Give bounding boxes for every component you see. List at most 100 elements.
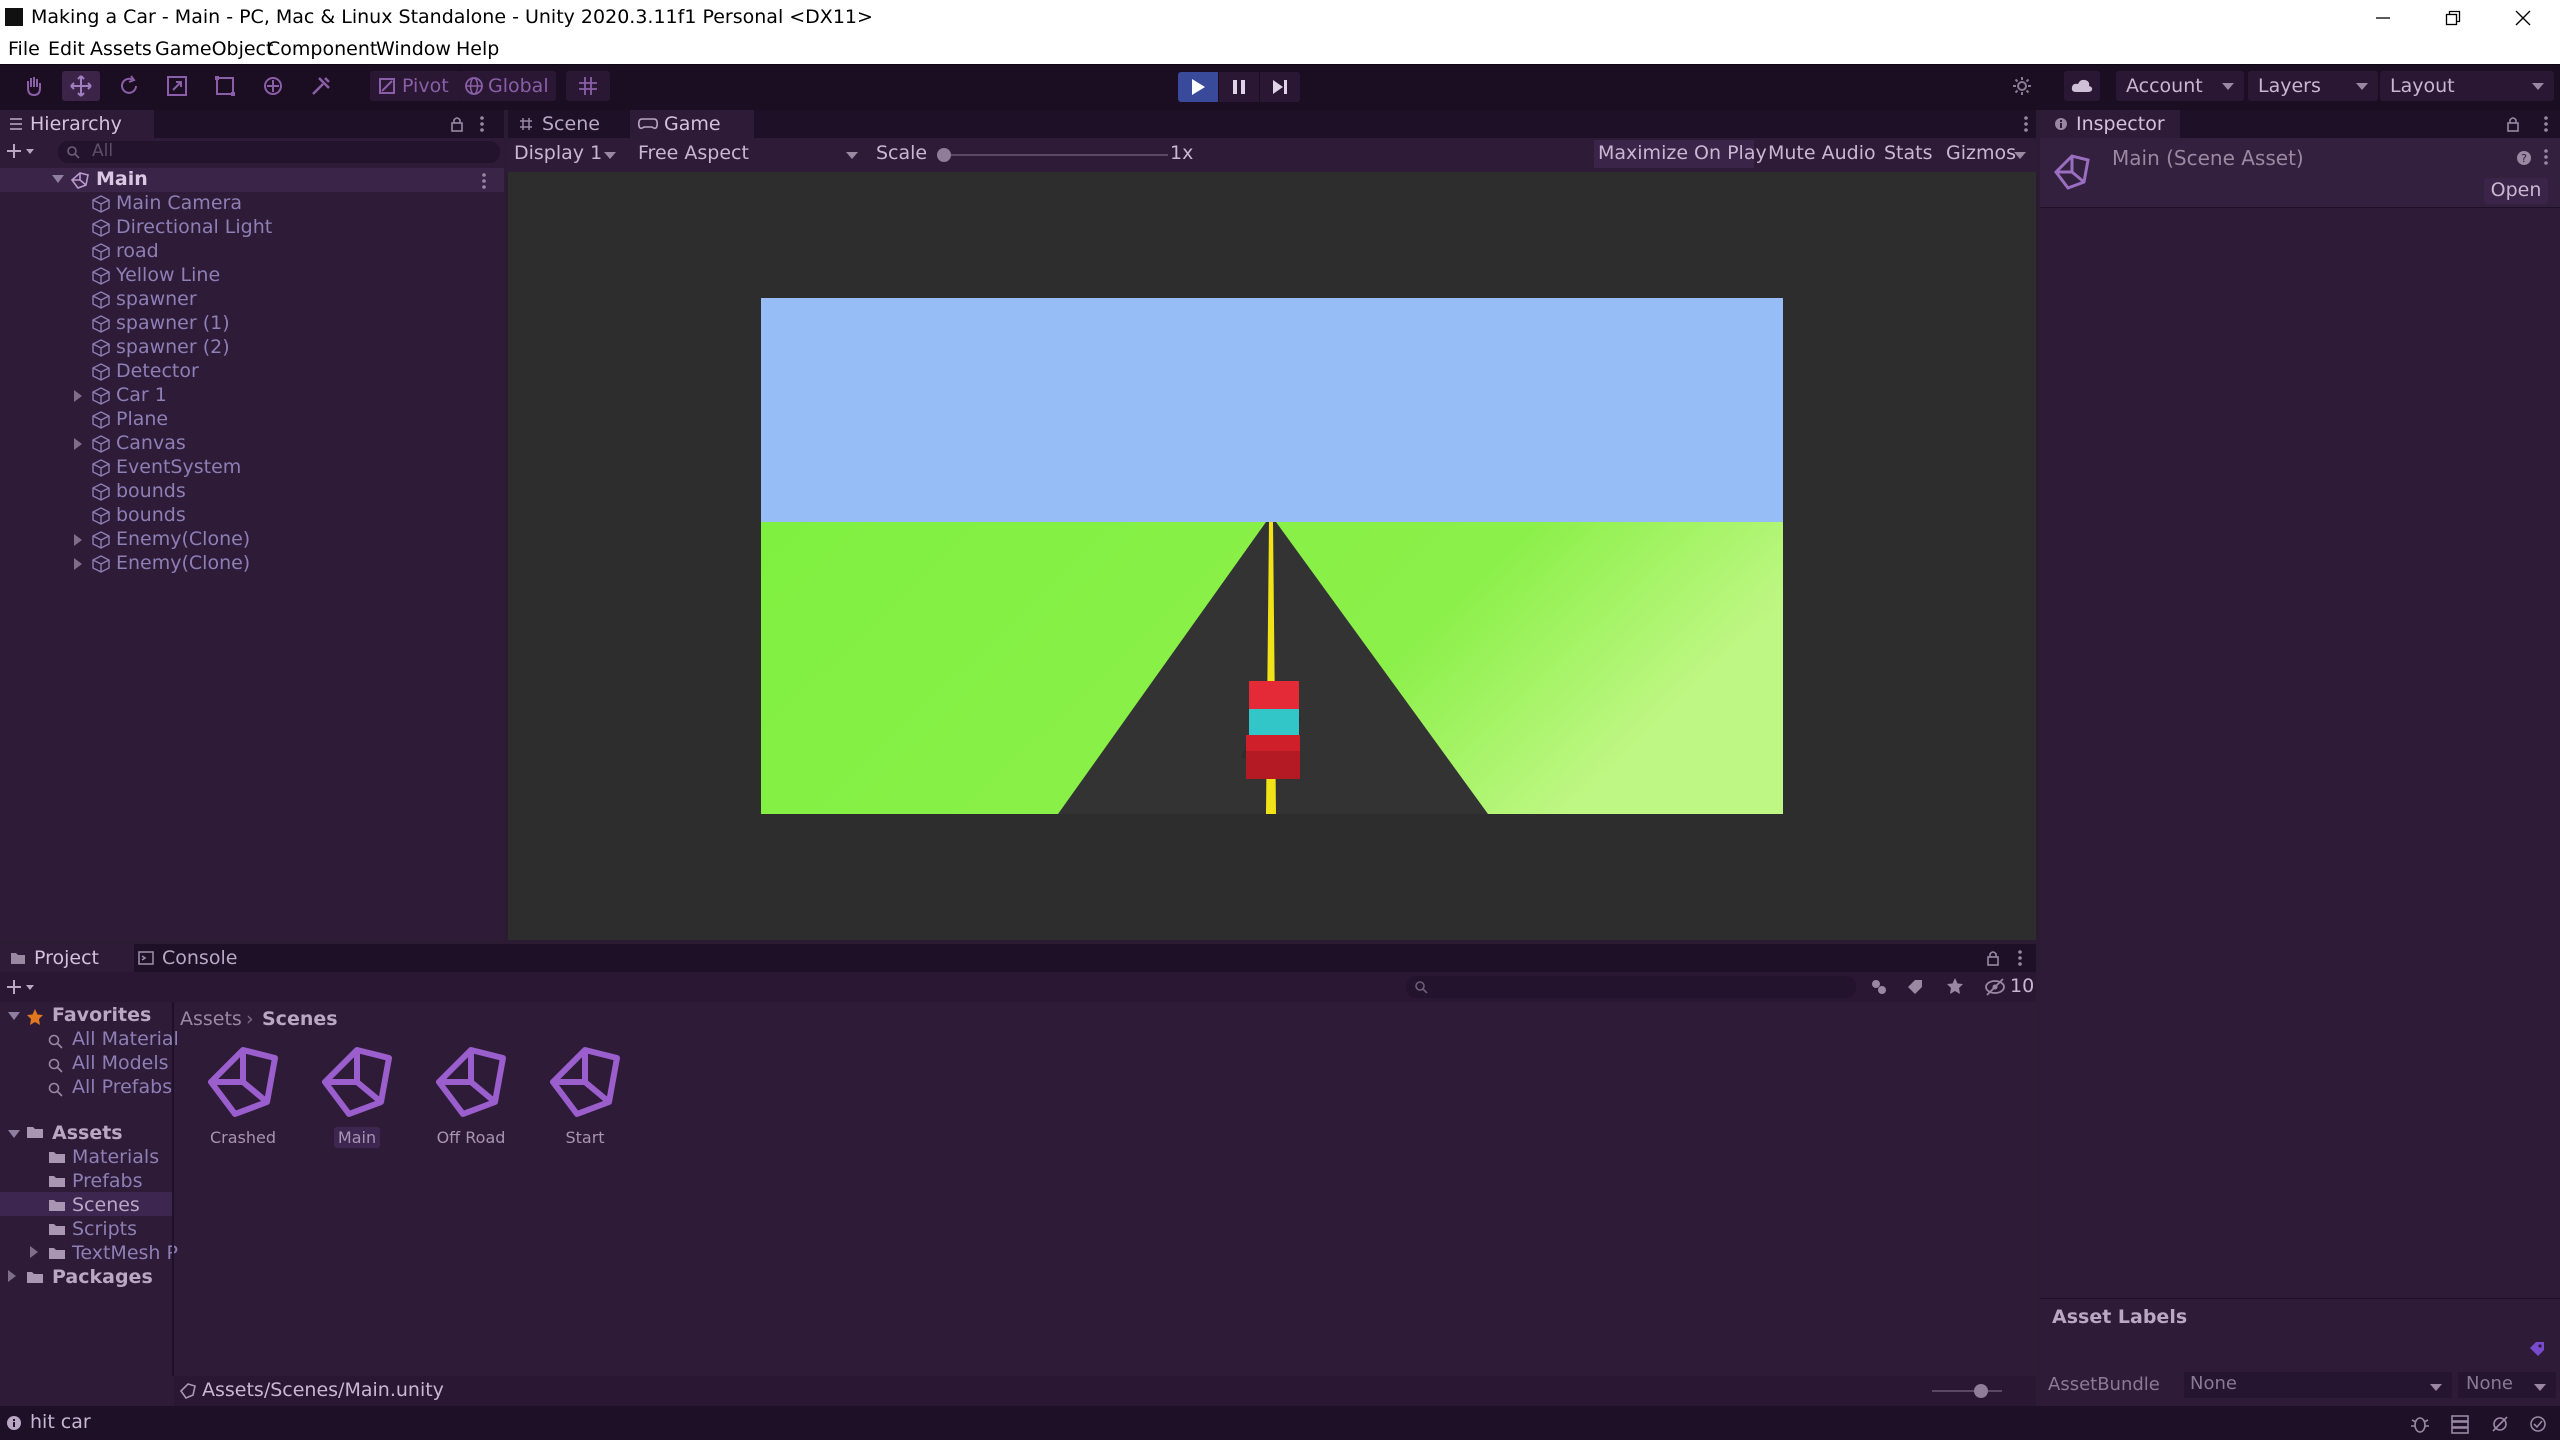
game-view[interactable] [508, 172, 2036, 940]
global-toggle[interactable]: Global [458, 71, 556, 101]
grid-snapping-button[interactable] [566, 71, 610, 101]
search-by-label-icon[interactable] [1906, 978, 1924, 996]
menu-gameobject[interactable]: GameObject [155, 38, 273, 60]
favorite-star-icon[interactable] [1946, 977, 1964, 995]
hierarchy-item[interactable]: Detector [0, 360, 496, 384]
display-dropdown[interactable]: Display 1 [510, 140, 626, 168]
tab-console[interactable]: Console [128, 944, 262, 972]
tab-project[interactable]: Project [0, 944, 134, 972]
favorite-item[interactable]: All Prefabs [72, 1076, 172, 1098]
close-button[interactable] [2488, 0, 2558, 36]
stats-toggle[interactable]: Stats [1884, 142, 1933, 164]
favorite-item[interactable]: All Models [72, 1052, 169, 1074]
packages-label[interactable]: Packages [52, 1266, 153, 1288]
hierarchy-item[interactable]: Enemy(Clone) [0, 552, 496, 576]
collab-settings-icon[interactable] [2003, 71, 2041, 101]
hierarchy-item[interactable]: Directional Light [0, 216, 496, 240]
cache-server-icon[interactable] [2450, 1414, 2470, 1434]
layers-dropdown[interactable]: Layers [2248, 71, 2378, 101]
hierarchy-item[interactable]: Yellow Line [0, 264, 496, 288]
view-kebab-icon[interactable] [2022, 115, 2030, 133]
hierarchy-item[interactable]: Plane [0, 408, 496, 432]
project-create-button[interactable] [6, 978, 36, 996]
pause-button[interactable] [1219, 72, 1259, 102]
aspect-dropdown[interactable]: Free Aspect [630, 140, 868, 168]
auto-generate-lighting-icon[interactable] [2490, 1414, 2510, 1434]
folder-item[interactable]: TextMesh P [72, 1242, 178, 1264]
transform-tool-icon[interactable] [254, 71, 292, 101]
favorites-label[interactable]: Favorites [52, 1004, 151, 1026]
restore-button[interactable] [2418, 0, 2488, 36]
mute-audio-toggle[interactable]: Mute Audio [1768, 142, 1876, 164]
minimize-button[interactable] [2348, 0, 2418, 36]
gizmos-dropdown[interactable]: Gizmos [1940, 140, 2036, 168]
cloud-button[interactable] [2064, 71, 2100, 101]
tag-icon[interactable] [2528, 1340, 2546, 1356]
project-search-input[interactable] [1406, 976, 1856, 998]
tab-hierarchy[interactable]: Hierarchy [0, 110, 154, 138]
status-message[interactable]: hit car [30, 1411, 91, 1433]
step-button[interactable] [1260, 72, 1300, 102]
scene-kebab-icon[interactable] [480, 172, 488, 190]
menu-window[interactable]: Window [376, 38, 451, 60]
variant-dropdown[interactable]: None [2458, 1372, 2556, 1398]
hierarchy-item[interactable]: spawner (1) [0, 312, 496, 336]
scene-asset-item[interactable]: Main [302, 1042, 412, 1148]
tab-game[interactable]: Game [630, 110, 754, 138]
hierarchy-item[interactable]: Main Camera [0, 192, 496, 216]
inspector-kebab-icon[interactable] [2542, 115, 2550, 133]
hierarchy-item[interactable]: bounds [0, 504, 496, 528]
hidden-packages-icon[interactable] [1984, 978, 2006, 996]
progress-icon[interactable] [2528, 1414, 2548, 1434]
scale-slider[interactable] [944, 154, 1168, 156]
help-icon[interactable]: ? [2516, 150, 2532, 166]
rect-tool-icon[interactable] [206, 71, 244, 101]
hierarchy-item[interactable]: spawner (2) [0, 336, 496, 360]
pivot-toggle[interactable]: Pivot [370, 71, 460, 101]
hand-tool-icon[interactable] [15, 71, 53, 101]
expand-arrow-icon[interactable] [74, 534, 82, 546]
maximize-on-play-toggle[interactable]: Maximize On Play [1594, 140, 1767, 168]
menu-component[interactable]: Component [267, 38, 377, 60]
lock-icon[interactable] [450, 116, 464, 132]
account-dropdown[interactable]: Account [2116, 71, 2244, 101]
hierarchy-item[interactable]: bounds [0, 480, 496, 504]
hierarchy-item[interactable]: EventSystem [0, 456, 496, 480]
kebab-menu-icon[interactable] [478, 115, 486, 133]
expand-arrow-icon[interactable] [52, 175, 64, 183]
open-button[interactable]: Open [2484, 178, 2548, 204]
play-button[interactable] [1178, 72, 1218, 102]
project-kebab-icon[interactable] [2016, 949, 2024, 967]
folder-item[interactable]: Materials [72, 1146, 159, 1168]
hierarchy-item[interactable]: road [0, 240, 496, 264]
move-tool-icon[interactable] [62, 71, 100, 101]
expand-arrow-icon[interactable] [74, 438, 82, 450]
expand-arrow-icon[interactable] [74, 390, 82, 402]
menu-assets[interactable]: Assets [90, 38, 152, 60]
scale-tool-icon[interactable] [158, 71, 196, 101]
folder-item[interactable]: Scripts [72, 1218, 137, 1240]
scene-root-row[interactable]: Main [0, 168, 504, 192]
favorite-item[interactable]: All Material [72, 1028, 179, 1050]
favorites-expand-icon[interactable] [8, 1012, 20, 1020]
assets-expand-icon[interactable] [8, 1130, 20, 1138]
layout-dropdown[interactable]: Layout [2380, 71, 2554, 101]
hierarchy-item[interactable]: spawner [0, 288, 496, 312]
scale-slider-handle[interactable] [937, 148, 951, 162]
inspector-lock-icon[interactable] [2506, 116, 2520, 132]
assetbundle-dropdown[interactable]: None [2184, 1372, 2452, 1398]
scene-asset-item[interactable]: Off Road [416, 1042, 526, 1147]
create-button[interactable] [6, 142, 36, 160]
folder-item[interactable]: Scenes [72, 1194, 140, 1216]
bug-icon[interactable] [2410, 1414, 2430, 1434]
hierarchy-item[interactable]: Car 1 [0, 384, 496, 408]
breadcrumb-current[interactable]: Scenes [262, 1008, 338, 1030]
search-by-type-icon[interactable] [1868, 978, 1888, 996]
hierarchy-item[interactable]: Canvas [0, 432, 496, 456]
tab-scene[interactable]: Scene [508, 110, 630, 138]
tab-inspector[interactable]: Inspector [2040, 110, 2180, 138]
packages-expand-icon[interactable] [8, 1270, 16, 1282]
folder-item[interactable]: Prefabs [72, 1170, 143, 1192]
expand-arrow-icon[interactable] [74, 558, 82, 570]
custom-tool-icon[interactable] [302, 71, 340, 101]
